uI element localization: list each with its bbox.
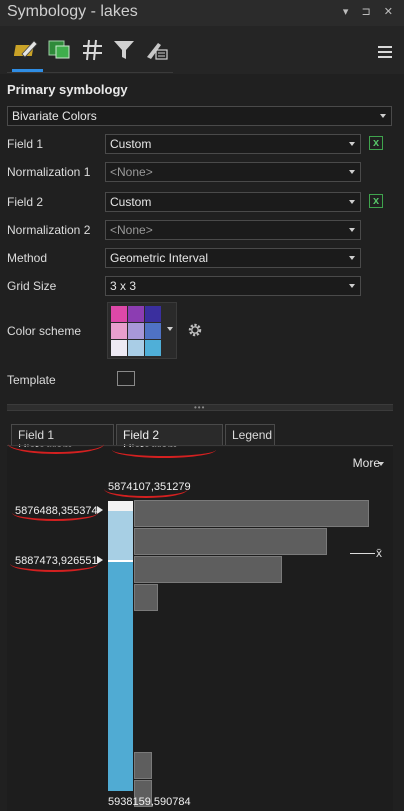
hamburger-menu-icon[interactable] bbox=[378, 46, 392, 61]
more-menu-button[interactable]: More bbox=[353, 456, 380, 470]
color-class-high bbox=[108, 561, 133, 791]
color-scheme-picker[interactable] bbox=[107, 302, 177, 359]
chevron-down-icon bbox=[349, 142, 355, 146]
grid-size-label: Grid Size bbox=[7, 279, 57, 293]
template-label: Template bbox=[7, 373, 56, 387]
label-classes-icon[interactable] bbox=[80, 38, 106, 62]
chevron-down-icon bbox=[349, 256, 355, 260]
normalization-1-label: Normalization 1 bbox=[7, 165, 91, 179]
field-2-dropdown[interactable]: Custom bbox=[105, 192, 361, 212]
field-1-label: Field 1 bbox=[7, 137, 44, 151]
histogram-bar bbox=[134, 752, 152, 779]
color-swatch bbox=[145, 340, 161, 356]
gear-icon[interactable] bbox=[186, 321, 204, 339]
renderer-value: Bivariate Colors bbox=[12, 109, 97, 123]
normalization-2-label: Normalization 2 bbox=[7, 223, 91, 237]
chevron-down-icon bbox=[349, 170, 355, 174]
grid-size-dropdown[interactable]: 3 x 3 bbox=[105, 276, 361, 296]
filter-icon[interactable] bbox=[112, 38, 138, 62]
color-scheme-label: Color scheme bbox=[7, 324, 82, 338]
color-swatch bbox=[128, 340, 144, 356]
break-line bbox=[108, 560, 133, 562]
color-swatch bbox=[145, 323, 161, 339]
color-swatch bbox=[111, 340, 127, 356]
normalization-2-value: <None> bbox=[110, 223, 153, 237]
color-swatch bbox=[111, 323, 127, 339]
field-1-dropdown[interactable]: Custom bbox=[105, 134, 361, 154]
template-symbol-button[interactable] bbox=[117, 371, 135, 386]
vary-symbology-icon[interactable] bbox=[47, 38, 73, 62]
color-swatch bbox=[128, 323, 144, 339]
color-class-mid bbox=[108, 511, 133, 561]
histogram-bar bbox=[134, 528, 327, 555]
chevron-down-icon bbox=[349, 228, 355, 232]
chevron-down-icon bbox=[167, 327, 173, 331]
field-2-label: Field 2 bbox=[7, 195, 44, 209]
section-heading: Primary symbology bbox=[7, 82, 128, 97]
tab-legend[interactable]: Legend bbox=[225, 424, 275, 446]
normalization-2-dropdown[interactable]: <None> bbox=[105, 220, 361, 240]
color-class-low bbox=[108, 501, 133, 511]
primary-symbology-icon[interactable] bbox=[14, 38, 40, 62]
normalization-1-dropdown[interactable]: <None> bbox=[105, 162, 361, 182]
tab-field-2-histogram[interactable]: Field 2 Histogram bbox=[116, 424, 223, 456]
mean-symbol: x̄ bbox=[376, 546, 382, 560]
grid-size-value: 3 x 3 bbox=[110, 279, 137, 293]
histogram-bottom-value: 5938159,590784 bbox=[108, 796, 191, 808]
toolbar-divider bbox=[7, 72, 173, 73]
expression-icon[interactable]: x bbox=[369, 194, 383, 208]
chevron-down-icon bbox=[378, 462, 384, 466]
method-value: Geometric Interval bbox=[110, 251, 209, 265]
chevron-down-icon bbox=[349, 200, 355, 204]
renderer-dropdown[interactable]: Bivariate Colors bbox=[7, 106, 392, 126]
color-swatch bbox=[128, 306, 144, 322]
histogram-bar bbox=[134, 500, 369, 527]
histogram-bar bbox=[134, 584, 158, 611]
expression-icon[interactable]: x bbox=[369, 136, 383, 150]
grip-icon: ••• bbox=[194, 403, 206, 412]
window-controls[interactable]: ▾ ⊐ ✕ bbox=[343, 5, 398, 18]
field-2-value: Custom bbox=[110, 195, 152, 209]
histogram-bar bbox=[134, 556, 282, 583]
chevron-down-icon bbox=[380, 114, 386, 118]
normalization-1-value: <None> bbox=[110, 165, 153, 179]
method-dropdown[interactable]: Geometric Interval bbox=[105, 248, 361, 268]
symbol-layer-drawing-icon[interactable] bbox=[144, 38, 170, 62]
mean-line bbox=[350, 553, 375, 554]
field-1-value: Custom bbox=[110, 137, 152, 151]
symbology-toolbar bbox=[0, 26, 404, 74]
window-title: Symbology - lakes bbox=[7, 3, 138, 20]
color-swatch bbox=[111, 306, 127, 322]
chevron-down-icon bbox=[349, 284, 355, 288]
color-swatch bbox=[145, 306, 161, 322]
method-label: Method bbox=[7, 251, 48, 265]
